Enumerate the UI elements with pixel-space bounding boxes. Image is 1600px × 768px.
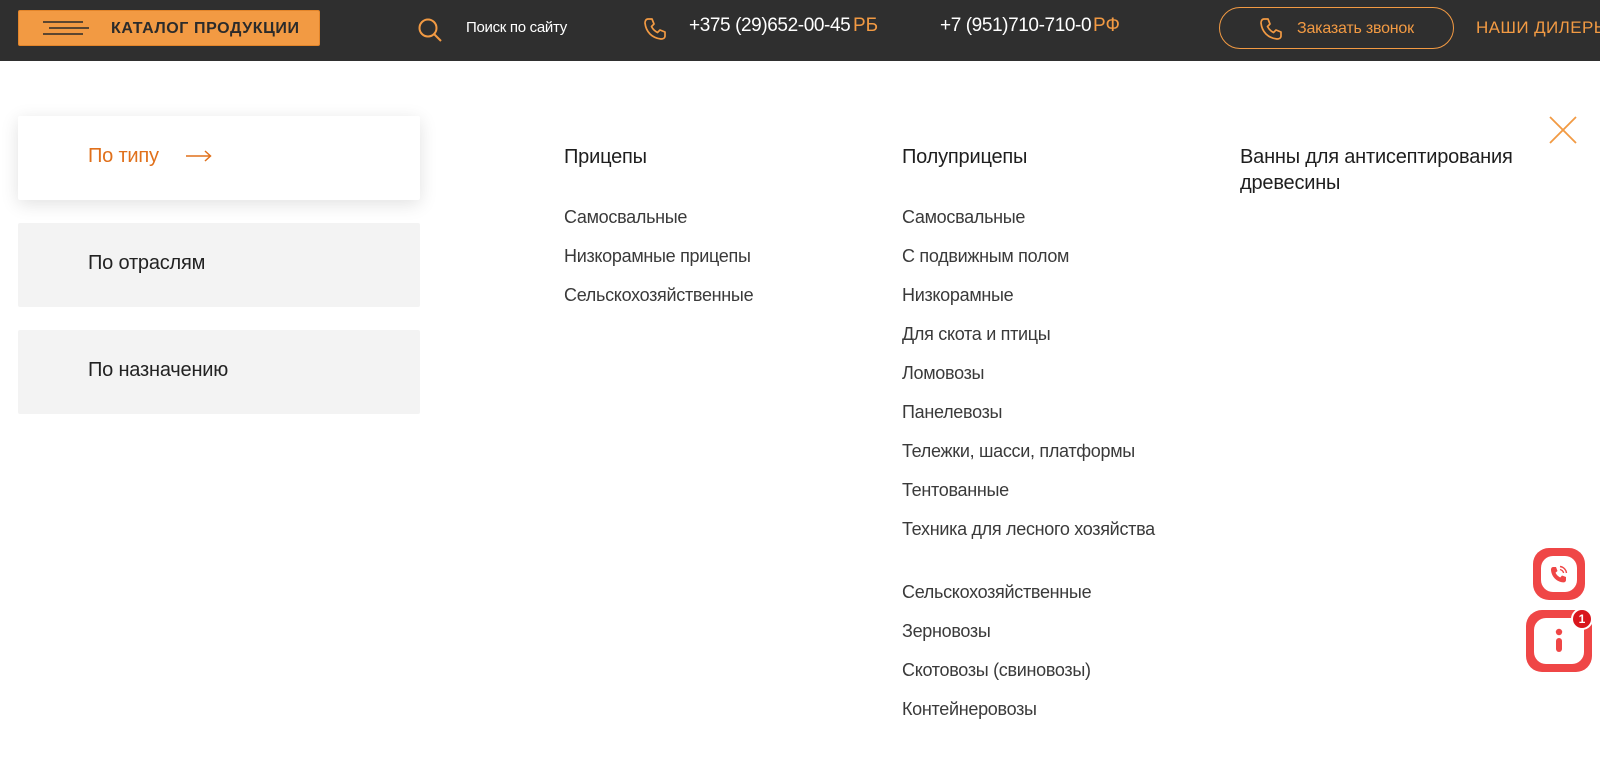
category-link[interactable]: Зерновозы (902, 621, 991, 642)
callback-button[interactable]: Заказать звонок (1219, 7, 1454, 49)
viber-icon (1550, 565, 1568, 583)
filter-by-purpose[interactable]: По назначению (18, 330, 420, 414)
catalog-button[interactable]: КАТАЛОГ ПРОДУКЦИИ (18, 10, 320, 46)
close-icon[interactable] (1548, 115, 1578, 145)
category-link[interactable]: Тележки, шасси, платформы (902, 441, 1135, 462)
category-link[interactable]: Низкорамные прицепы (564, 246, 751, 267)
phone-region-ru: РФ (1093, 15, 1120, 36)
category-link[interactable]: Ломовозы (902, 363, 984, 384)
phone-icon (644, 18, 666, 40)
category-title-trailers[interactable]: Прицепы (564, 144, 647, 170)
category-link[interactable]: С подвижным полом (902, 246, 1069, 267)
filter-by-type[interactable]: По типу (18, 116, 420, 200)
category-link[interactable]: Низкорамные (902, 285, 1014, 306)
catalog-label: КАТАЛОГ ПРОДУКЦИИ (111, 20, 300, 37)
category-title-wood-baths[interactable]: Ванны для антисептирования древесины (1240, 144, 1540, 196)
category-link[interactable]: Скотовозы (свиновозы) (902, 660, 1091, 681)
chat-notification-badge: 1 (1571, 608, 1593, 630)
viber-icon-bg (1541, 556, 1577, 592)
filter-by-industry[interactable]: По отраслям (18, 223, 420, 307)
phone-number-by[interactable]: +375 (29)652-00-45 (689, 15, 851, 37)
viber-button[interactable] (1533, 548, 1585, 600)
burger-icon (43, 21, 89, 35)
category-link[interactable]: Сельскохозяйственные (902, 582, 1092, 603)
category-link[interactable]: Панелевозы (902, 402, 1002, 423)
category-link[interactable]: Для скота и птицы (902, 324, 1051, 345)
category-link[interactable]: Самосвальные (564, 207, 687, 228)
dealers-link[interactable]: НАШИ ДИЛЕРЫ (1476, 18, 1600, 38)
arrow-right-icon (186, 150, 212, 162)
filter-label: По типу (88, 145, 159, 167)
search-icon[interactable] (417, 17, 443, 43)
category-title-semitrailers[interactable]: Полуприцепы (902, 144, 1027, 170)
category-link[interactable]: Техника для лесного хозяйства (902, 519, 1155, 540)
filter-label: По назначению (88, 359, 229, 381)
category-link[interactable]: Сельскохозяйственные (564, 285, 754, 306)
category-link[interactable]: Тентованные (902, 480, 1009, 501)
phone-number-ru[interactable]: +7 (951)710-710-0 (940, 15, 1092, 37)
callback-label: Заказать звонок (1297, 20, 1414, 37)
site-header: КАТАЛОГ ПРОДУКЦИИ Поиск по сайту +375 (2… (0, 0, 1600, 61)
phone-region-by: РБ (853, 15, 879, 36)
chat-icon (1555, 628, 1563, 652)
search-link[interactable]: Поиск по сайту (466, 19, 567, 36)
category-link[interactable]: Самосвальные (902, 207, 1025, 228)
phone-icon (1260, 18, 1282, 40)
filter-label: По отраслям (88, 252, 206, 274)
category-link[interactable]: Контейнеровозы (902, 699, 1037, 720)
